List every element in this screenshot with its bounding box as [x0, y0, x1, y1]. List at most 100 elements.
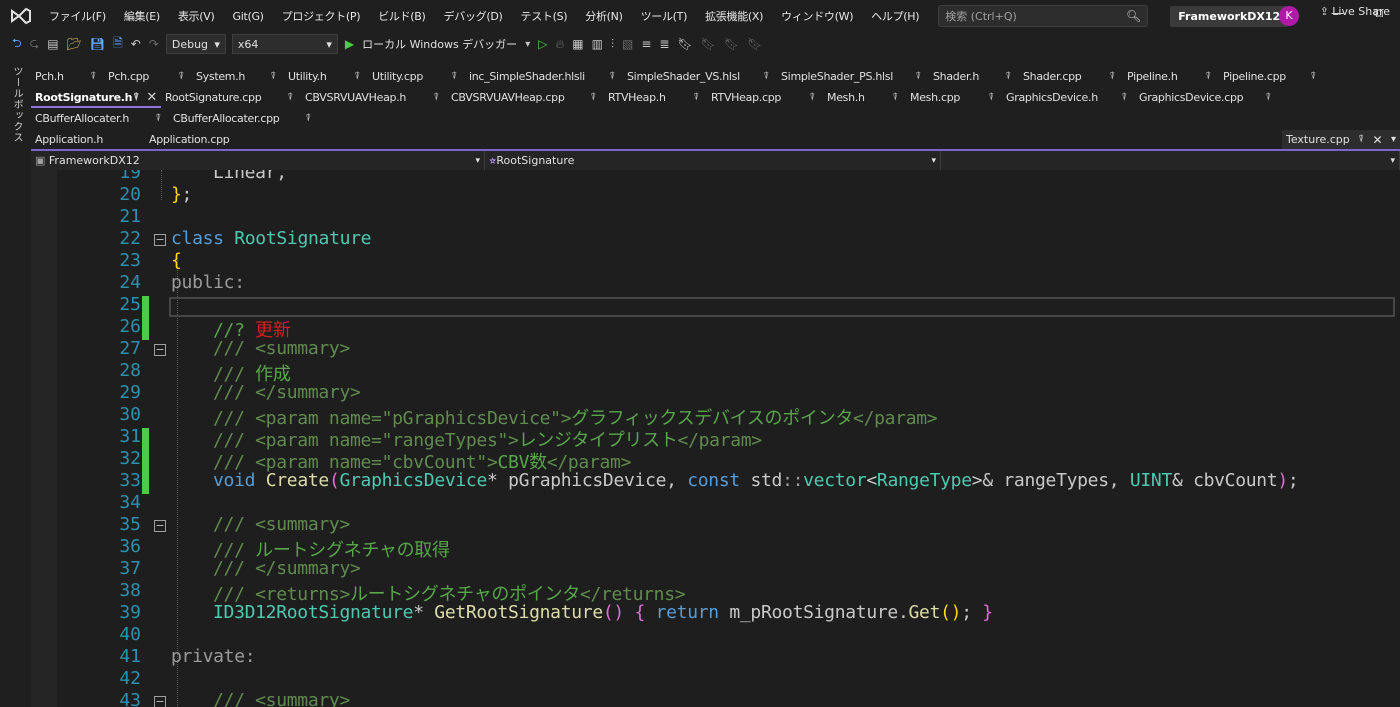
line-number: 33 [119, 470, 141, 491]
menu-git[interactable]: Git(G) [223, 10, 272, 23]
toolbar-icon-2[interactable]: ▥ [592, 37, 603, 51]
navigate-back-icon[interactable]: ⮌ [12, 34, 22, 55]
close-icon[interactable]: ✕ [1373, 133, 1383, 147]
code-line-35: /// <summary> [213, 514, 350, 535]
menu-view[interactable]: 表示(V) [169, 8, 224, 24]
navigate-forward-icon[interactable]: ⮎ [30, 34, 40, 55]
tab-utility-h[interactable]: Utility.h ⍒ [284, 66, 368, 87]
changed-lines-marker [142, 296, 149, 340]
menu-window[interactable]: ウィンドウ(W) [772, 8, 862, 24]
redo-icon[interactable]: ↷ [149, 37, 159, 51]
user-avatar[interactable]: K [1279, 6, 1299, 26]
toolbar-icon-1[interactable]: ▦ [572, 37, 583, 51]
save-icon[interactable]: 💾︎ [90, 37, 105, 51]
line-number: 20 [119, 184, 141, 205]
toolbar-icon-4[interactable]: ▧ [622, 37, 633, 51]
menu-project[interactable]: プロジェクト(P) [273, 8, 370, 24]
collapse-icon[interactable]: − [154, 696, 166, 707]
bookmark-clear-icon[interactable]: 🔖︎ [747, 37, 762, 51]
tab-pipeline-cpp[interactable]: Pipeline.cpp ⍒ [1219, 66, 1324, 87]
toolbar-icon-3[interactable]: ⫶ [611, 37, 614, 52]
tab-application-h[interactable]: Application.h [31, 129, 145, 150]
chevron-down-icon: ▾ [1390, 155, 1395, 166]
start-debugging-button[interactable]: ローカル Windows デバッガー [362, 36, 517, 52]
collapse-icon[interactable]: − [154, 344, 166, 356]
tab-mesh-h[interactable]: Mesh.h ⍒ [823, 87, 906, 108]
visual-studio-logo-icon[interactable] [10, 7, 32, 25]
tab-rootsignature-h[interactable]: RootSignature.h ⍒ ✕ [31, 87, 161, 108]
platform-dropdown[interactable]: x64 ▾ [231, 34, 338, 54]
indent-guide [161, 170, 162, 200]
tab-pch-h[interactable]: Pch.h ⍒ [31, 66, 104, 87]
menu-file[interactable]: ファイル(F) [40, 8, 115, 24]
hot-reload-icon[interactable]: 🔥︎ [555, 37, 564, 52]
member-dropdown[interactable]: ▾ [941, 151, 1400, 170]
chevron-down-icon: ▾ [931, 155, 936, 166]
tab-cbufferallocater-cpp[interactable]: CBufferAllocater.cpp ⍒ [169, 108, 319, 129]
menu-test[interactable]: テスト(S) [512, 8, 577, 24]
code-editor[interactable]: 19 20 21 22 23 24 25 26 27 28 29 30 31 3… [31, 170, 1400, 707]
line-number: 37 [119, 558, 141, 579]
tab-utility-cpp[interactable]: Utility.cpp ⍒ [368, 66, 465, 87]
changed-lines-marker [142, 428, 149, 494]
menu-tools[interactable]: ツール(T) [632, 8, 697, 24]
comment-out-icon[interactable]: ≡ [641, 37, 651, 51]
tab-texture-cpp[interactable]: Texture.cpp ⍒ ✕ ▾ [1282, 130, 1400, 149]
tab-mesh-cpp[interactable]: Mesh.cpp ⍒ [906, 87, 1002, 108]
glyph-margin[interactable] [31, 170, 57, 707]
tab-overflow-icon[interactable]: ▾ [1391, 134, 1396, 145]
scope-dropdown[interactable]: ⭐︎RootSignature ▾ [485, 151, 941, 170]
tab-rtvheap-h[interactable]: RTVHeap.h ⍒ [604, 87, 707, 108]
tab-shader-h[interactable]: Shader.h ⍒ [929, 66, 1019, 87]
line-number: 19 [119, 170, 141, 183]
start-without-debugging-icon[interactable]: ▷ [538, 37, 547, 51]
menu-edit[interactable]: 編集(E) [115, 8, 169, 24]
pin-icon: ⍒ [1205, 71, 1211, 82]
code-line-27: /// <summary> [213, 338, 350, 359]
search-box[interactable]: 検索 (Ctrl+Q) 🔍︎ [938, 5, 1149, 27]
menu-help[interactable]: ヘルプ(H) [862, 8, 928, 24]
bookmark-prev-icon[interactable]: 🔖︎ [701, 37, 716, 51]
menu-analyze[interactable]: 分析(N) [576, 8, 631, 24]
tab-cbufferallocater-h[interactable]: CBufferAllocater.h ⍒ [31, 108, 169, 129]
menu-build[interactable]: ビルド(B) [369, 8, 434, 24]
uncomment-icon[interactable]: ≣ [659, 37, 669, 51]
tab-inc-simpleshader-hlsli[interactable]: inc_SimpleShader.hlsli ⍒ [465, 66, 623, 87]
line-number: 30 [119, 404, 141, 425]
save-all-icon[interactable]: 🗎︎ [113, 34, 123, 55]
tab-simpleshader-ps-hlsl[interactable]: SimpleShader_PS.hlsl ⍒ [777, 66, 929, 87]
start-debugging-icon[interactable]: ▶ [345, 37, 354, 51]
bookmark-next-icon[interactable]: 🔖︎ [724, 37, 739, 51]
tab-graphicsdevice-h[interactable]: GraphicsDevice.h ⍒ [1002, 87, 1135, 108]
tab-system-h[interactable]: System.h ⍒ [192, 66, 284, 87]
open-folder-icon[interactable]: 📂︎ [67, 37, 82, 51]
tab-simpleshader-vs-hlsl[interactable]: SimpleShader_VS.hlsl ⍒ [623, 66, 777, 87]
pin-icon[interactable]: ⍒ [1358, 134, 1364, 145]
pin-icon: ⍒ [809, 92, 815, 103]
current-line-highlight [169, 297, 1395, 317]
tab-pch-cpp[interactable]: Pch.cpp ⍒ [104, 66, 192, 87]
tab-cbvsrvuavheap-h[interactable]: CBVSRVUAVHeap.h ⍒ [301, 87, 447, 108]
new-project-icon[interactable]: ▤ [47, 37, 58, 51]
tab-graphicsdevice-cpp[interactable]: GraphicsDevice.cpp ⍒ [1135, 87, 1279, 108]
collapse-icon[interactable]: − [154, 234, 166, 246]
menu-extensions[interactable]: 拡張機能(X) [696, 8, 772, 24]
collapse-icon[interactable]: − [154, 520, 166, 532]
tab-rootsignature-cpp[interactable]: RootSignature.cpp ⍒ [161, 87, 301, 108]
live-share-button[interactable]: ⇪ Live Share [1320, 5, 1390, 18]
tab-application-cpp[interactable]: Application.cpp [145, 129, 255, 150]
toolbox-tab[interactable]: ツールボックス [9, 66, 24, 143]
pin-icon: ⍒ [1121, 92, 1127, 103]
line-number: 34 [119, 492, 141, 513]
project-dropdown[interactable]: ▣ FrameworkDX12 ▾ [31, 151, 485, 170]
undo-icon[interactable]: ↶ [131, 37, 141, 51]
bookmark-icon[interactable]: 🔖︎ [677, 37, 692, 51]
tab-rtvheap-cpp[interactable]: RTVHeap.cpp ⍒ [707, 87, 823, 108]
tab-pipeline-h[interactable]: Pipeline.h ⍒ [1123, 66, 1219, 87]
tab-cbvsrvuavheap-cpp[interactable]: CBVSRVUAVHeap.cpp ⍒ [447, 87, 604, 108]
document-tabs-row-1: Pch.h ⍒ Pch.cpp ⍒ System.h ⍒ Utility.h ⍒ Uti… [31, 66, 1324, 87]
configuration-dropdown[interactable]: Debug ▾ [165, 34, 226, 54]
tab-shader-cpp[interactable]: Shader.cpp ⍒ [1019, 66, 1123, 87]
menu-debug[interactable]: デバッグ(D) [435, 8, 512, 24]
chevron-down-icon[interactable]: ▾ [525, 39, 530, 50]
